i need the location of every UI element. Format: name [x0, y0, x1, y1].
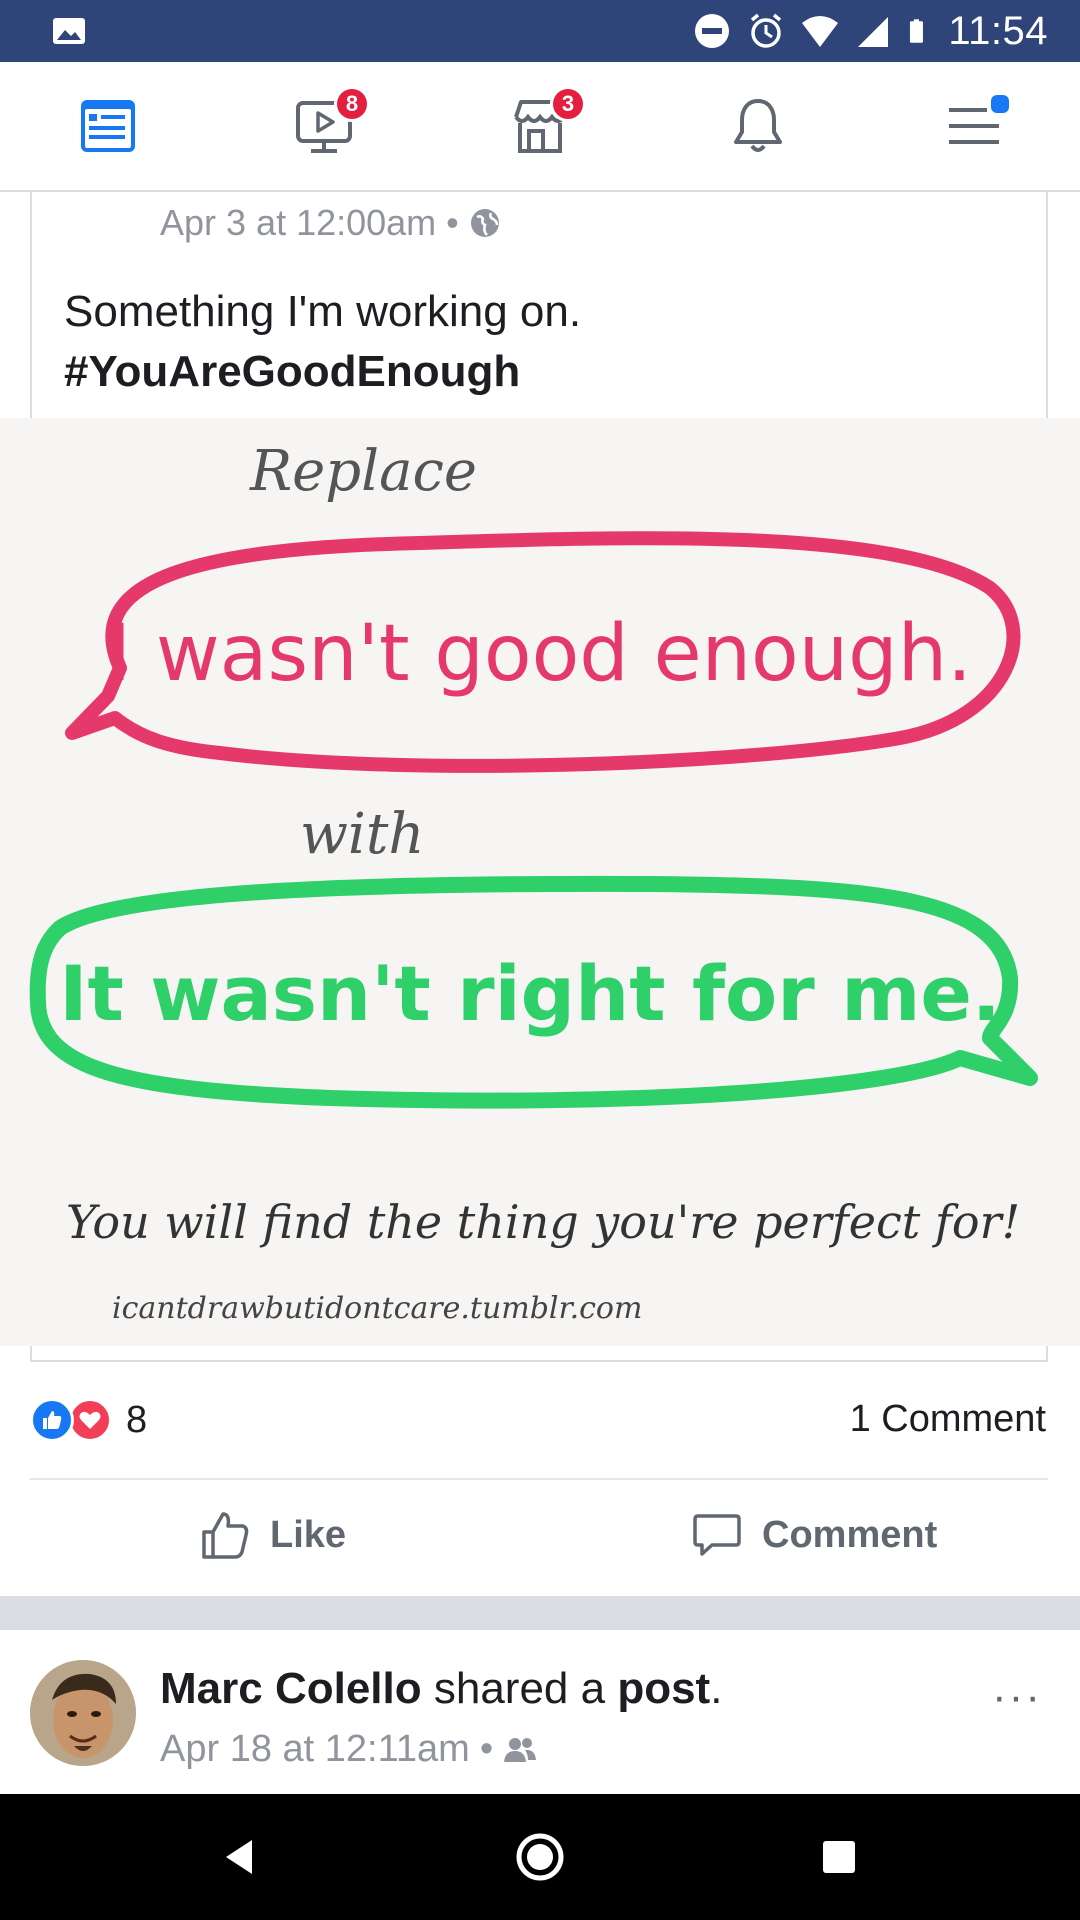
author-name[interactable]: Marc Colello: [160, 1664, 422, 1713]
reactions-summary[interactable]: 8: [30, 1398, 147, 1442]
next-post-meta: Apr 18 at 12:11am •: [160, 1728, 537, 1771]
comment-icon: [693, 1514, 741, 1556]
post-text: Something I'm working on.: [64, 287, 582, 336]
more-options-button[interactable]: ···: [992, 1672, 1042, 1722]
image-text-replace: Replace: [249, 439, 477, 504]
nav-menu[interactable]: [934, 90, 1014, 162]
meta-separator: •: [479, 1728, 494, 1770]
thumbs-up-icon: [202, 1512, 249, 1559]
nav-notifications[interactable]: [718, 90, 798, 162]
reaction-count: 8: [126, 1398, 148, 1441]
watch-badge: 8: [334, 86, 370, 122]
next-post-timestamp[interactable]: Apr 18 at 12:11am: [160, 1728, 470, 1771]
bell-icon: [734, 99, 782, 152]
post-body: Something I'm working on. #YouAreGoodEno…: [64, 282, 581, 402]
recents-icon[interactable]: [814, 1832, 864, 1882]
post-meta: Apr 3 at 12:00am •: [160, 202, 501, 244]
share-headline: Marc Colello shared a post.: [160, 1664, 722, 1714]
signal-icon: [858, 17, 889, 47]
top-nav-bar: 8 3: [0, 62, 1080, 192]
feed-separator: [0, 1596, 1080, 1630]
image-text-with: with: [300, 802, 424, 867]
clock: 11:54: [948, 8, 1048, 53]
gallery-icon: [53, 18, 85, 44]
nav-news-feed[interactable]: [68, 90, 148, 162]
like-reaction-icon: [30, 1398, 74, 1442]
battery-icon: [910, 19, 924, 43]
wifi-icon: [802, 16, 839, 47]
comment-label: Comment: [762, 1513, 938, 1556]
menu-notification-dot: [988, 92, 1012, 116]
status-bar: 11:54: [0, 0, 1080, 62]
back-icon[interactable]: [216, 1832, 266, 1882]
post-timestamp[interactable]: Apr 3 at 12:00am: [160, 202, 436, 244]
like-button[interactable]: Like: [198, 1508, 346, 1562]
avatar[interactable]: [30, 1660, 136, 1766]
image-text-bubble1: I wasn't good enough.: [108, 609, 972, 699]
alarm-icon: [751, 13, 782, 48]
like-label: Like: [270, 1513, 347, 1556]
shared-object-link[interactable]: post: [617, 1664, 710, 1713]
home-icon[interactable]: [515, 1832, 565, 1882]
news-feed-icon: [81, 100, 135, 152]
globe-icon: [470, 209, 499, 237]
meta-separator: •: [446, 202, 459, 243]
avatar-image: [30, 1660, 136, 1766]
comment-button[interactable]: Comment: [690, 1508, 937, 1562]
friends-icon: [504, 1737, 537, 1762]
share-action-text: shared a: [433, 1664, 606, 1713]
dnd-icon: [695, 14, 730, 48]
marketplace-badge: 3: [550, 86, 586, 122]
illustration: Replace I wasn't good enough. with It wa…: [29, 439, 1038, 1326]
image-text-bubble2: It wasn't right for me.: [59, 949, 1001, 1038]
actions-divider: [30, 1478, 1048, 1480]
image-text-credit: icantdrawbutidontcare.tumblr.com: [112, 1291, 642, 1326]
system-nav-bar: [0, 1794, 1080, 1920]
share-period: .: [710, 1664, 723, 1713]
comment-count[interactable]: 1 Comment: [850, 1398, 1046, 1441]
nav-marketplace[interactable]: 3: [500, 86, 586, 162]
post-image[interactable]: Replace I wasn't good enough. with It wa…: [0, 418, 1080, 1346]
image-text-footer: You will find the thing you're perfect f…: [66, 1195, 1020, 1249]
love-reaction-icon: [68, 1398, 112, 1442]
post-hashtag[interactable]: #YouAreGoodEnough: [64, 342, 581, 402]
nav-watch[interactable]: 8: [284, 86, 370, 162]
